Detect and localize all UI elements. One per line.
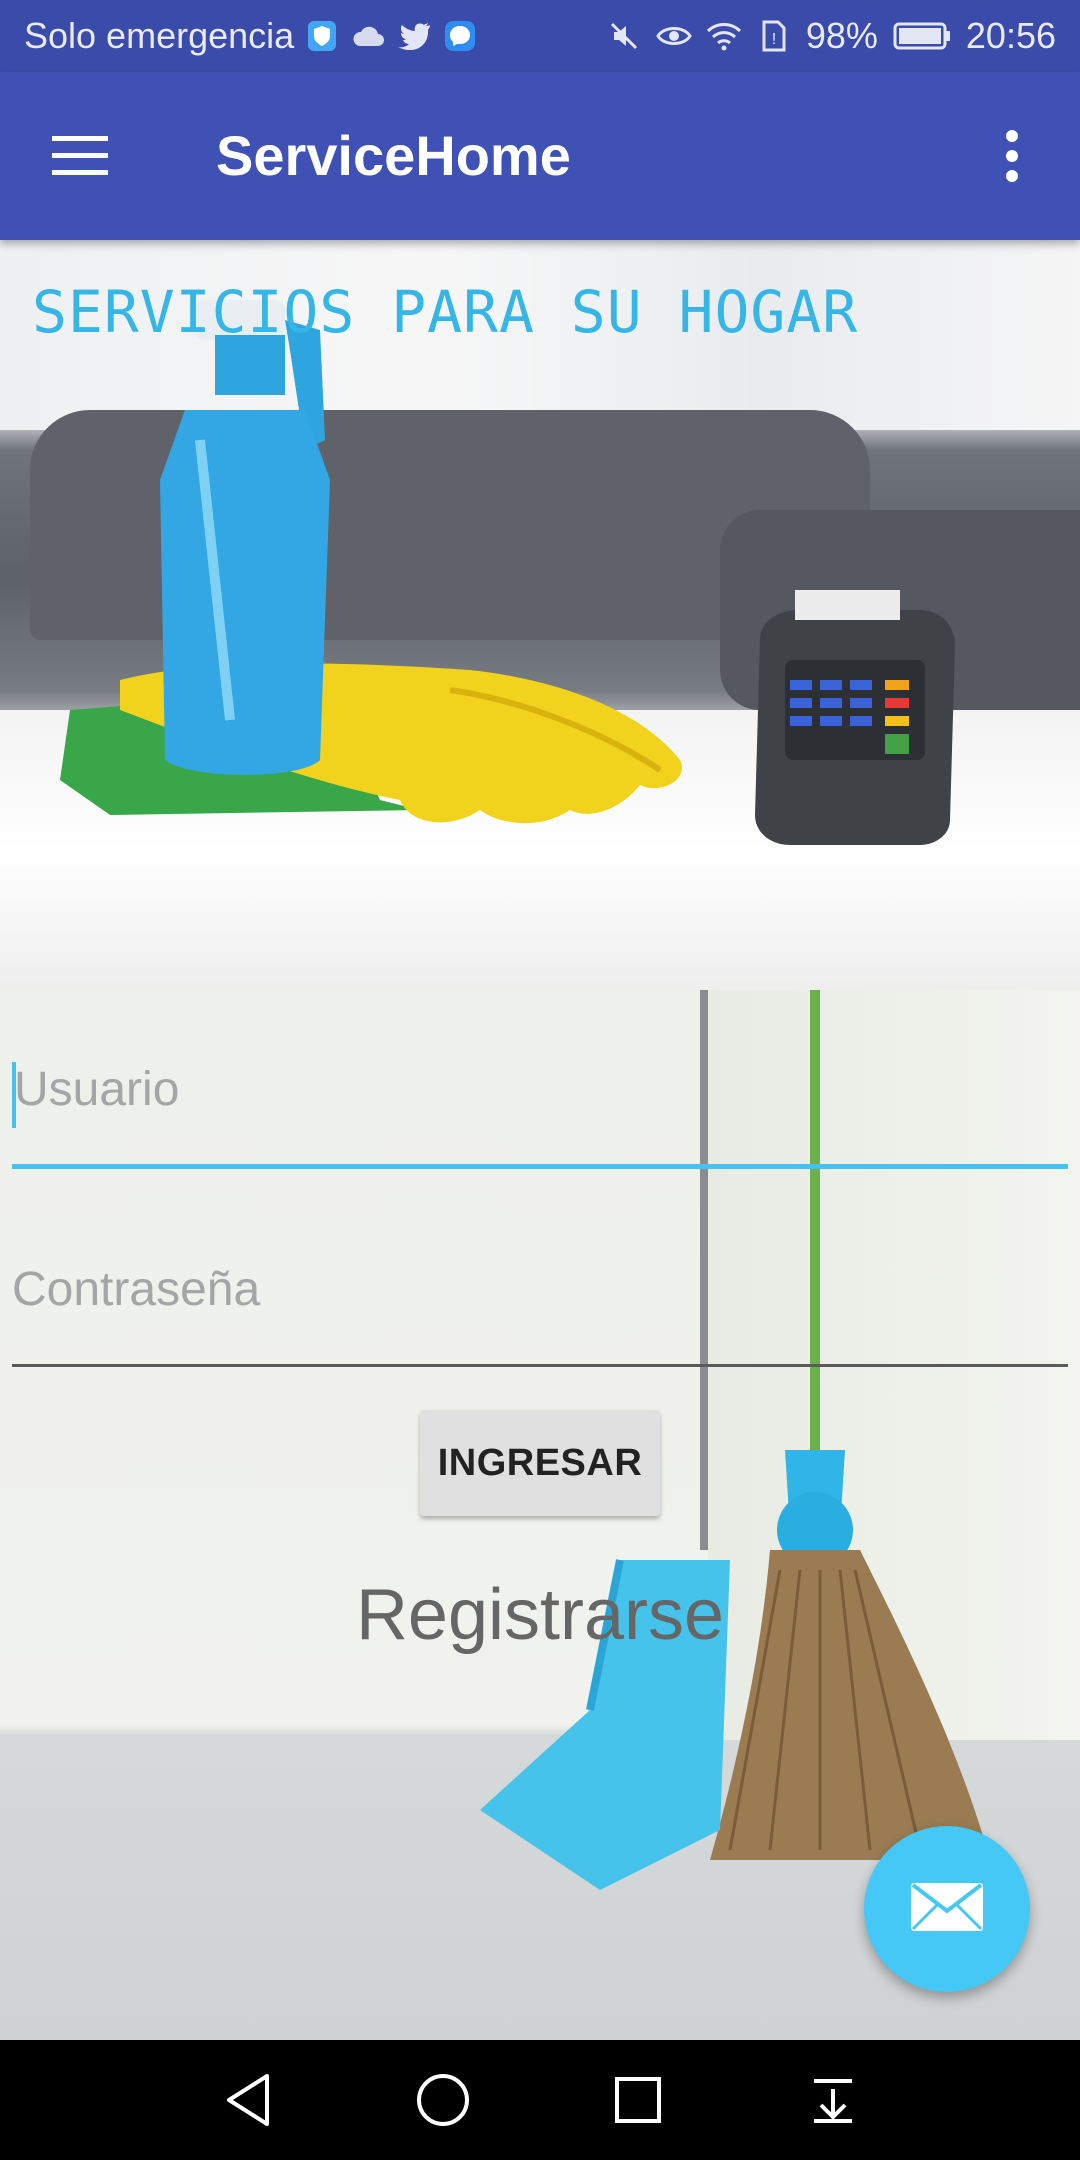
sim-icon: ! bbox=[756, 18, 792, 54]
login-button[interactable]: INGRESAR bbox=[420, 1410, 660, 1516]
messenger-icon bbox=[442, 18, 478, 54]
eye-icon bbox=[656, 18, 692, 54]
text-cursor bbox=[12, 1062, 16, 1128]
hero-banner: SERVICIOS PARA SU HOGAR bbox=[0, 240, 1080, 990]
mail-fab-button[interactable] bbox=[864, 1826, 1030, 1992]
shield-icon bbox=[304, 18, 340, 54]
password-field[interactable]: Contraseña bbox=[12, 1260, 1068, 1370]
app-bar: ServiceHome bbox=[0, 72, 1080, 240]
register-link[interactable]: Registrarse bbox=[0, 1570, 1080, 1660]
app-title: ServiceHome bbox=[216, 124, 571, 187]
back-icon[interactable] bbox=[203, 2055, 293, 2145]
twitter-icon bbox=[396, 18, 432, 54]
notifications-pull-icon[interactable] bbox=[788, 2055, 878, 2145]
username-field[interactable]: Usuario bbox=[12, 1060, 1068, 1170]
more-vert-icon[interactable] bbox=[972, 116, 1052, 196]
battery-icon bbox=[892, 18, 952, 54]
password-input[interactable]: Contraseña bbox=[12, 1260, 1068, 1320]
carrier-text: Solo emergencia bbox=[24, 15, 295, 56]
hamburger-icon[interactable] bbox=[40, 116, 120, 196]
system-nav-bar bbox=[0, 2040, 1080, 2160]
mail-icon bbox=[909, 1881, 985, 1938]
username-underline bbox=[12, 1164, 1068, 1169]
clock: 20:56 bbox=[965, 15, 1056, 56]
hero-heading: SERVICIOS PARA SU HOGAR bbox=[32, 278, 859, 346]
recents-icon[interactable] bbox=[593, 2055, 683, 2145]
mute-icon bbox=[606, 18, 642, 54]
wifi-icon bbox=[706, 18, 742, 54]
password-underline bbox=[12, 1364, 1068, 1367]
hero-cleaning-supplies-image bbox=[60, 300, 955, 845]
cloud-icon bbox=[350, 18, 386, 54]
battery-percent: 98% bbox=[805, 15, 878, 56]
username-input[interactable]: Usuario bbox=[12, 1060, 1068, 1120]
home-icon[interactable] bbox=[398, 2055, 488, 2145]
svg-text:!: ! bbox=[772, 31, 776, 48]
status-bar: Solo emergencia ! 98% 20:56 bbox=[0, 0, 1080, 72]
